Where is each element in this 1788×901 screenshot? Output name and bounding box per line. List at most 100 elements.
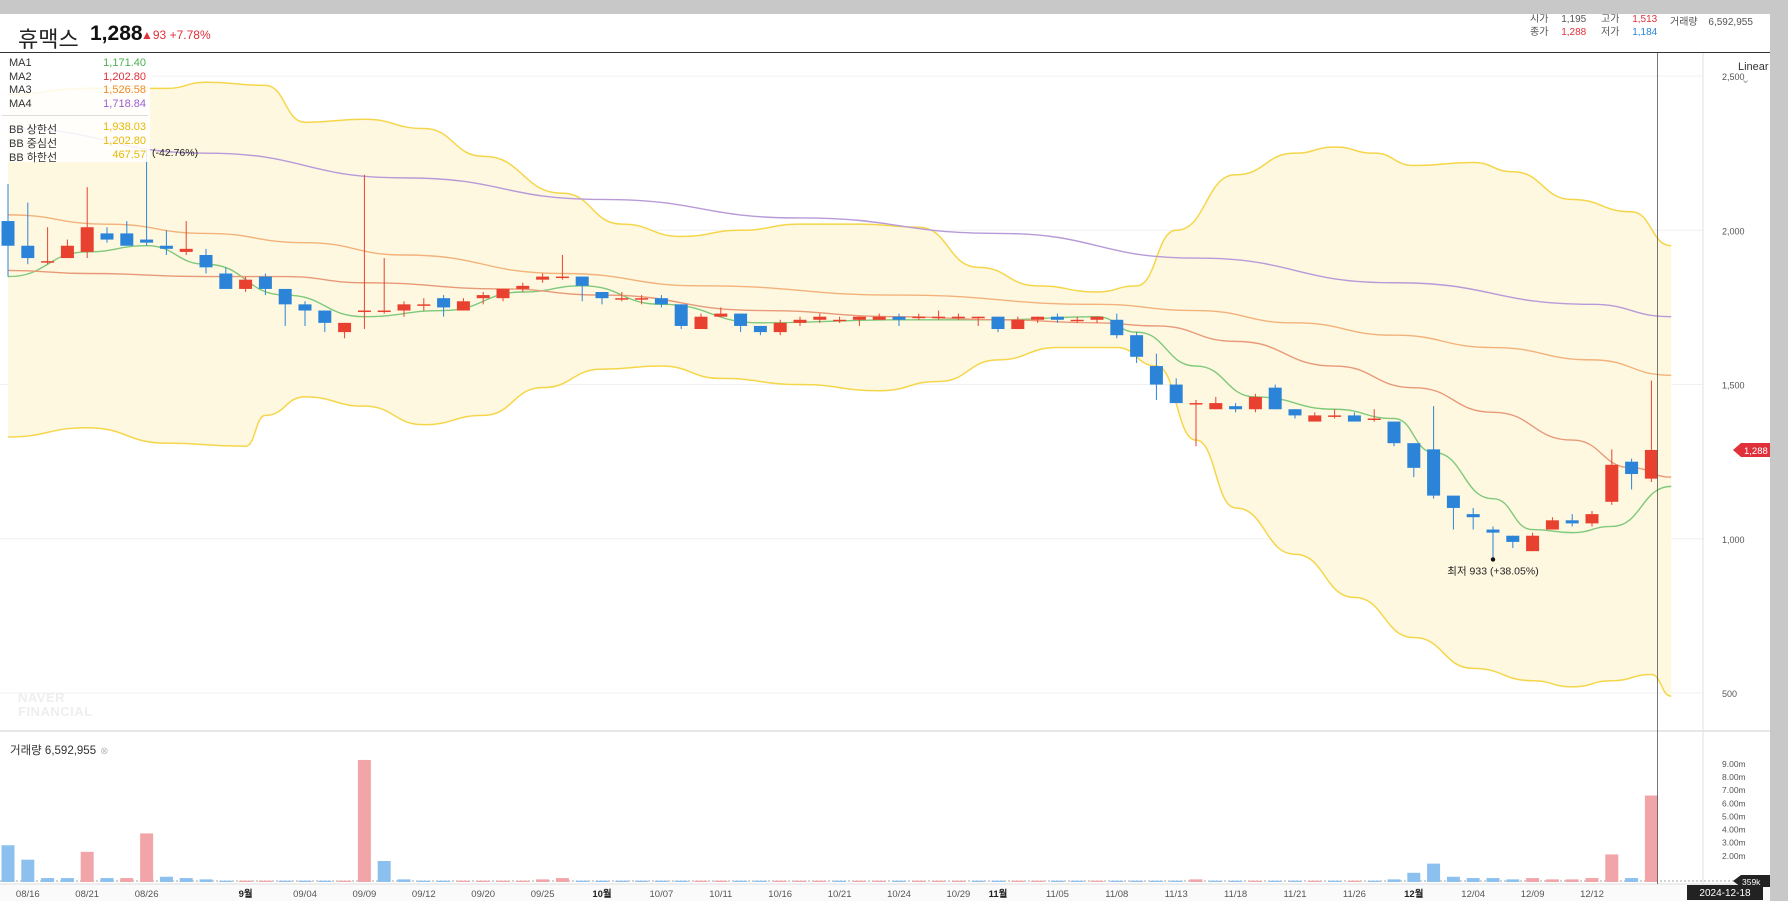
volume-bar[interactable] xyxy=(1,845,15,882)
volume-bar[interactable] xyxy=(1407,872,1421,882)
volume-bar[interactable] xyxy=(516,880,530,882)
volume-bar[interactable] xyxy=(357,759,371,882)
volume-bar[interactable] xyxy=(437,880,451,882)
volume-bar[interactable] xyxy=(595,880,609,882)
close-icon[interactable]: ⊗ xyxy=(100,746,108,757)
volume-bar[interactable] xyxy=(60,878,74,882)
low-value: 1,184 xyxy=(1632,27,1658,38)
volume-bar[interactable] xyxy=(318,880,332,882)
volume-bar[interactable] xyxy=(1347,880,1361,882)
volume-bar[interactable] xyxy=(1288,880,1302,882)
volume-bar[interactable] xyxy=(892,880,906,882)
volume-bar[interactable] xyxy=(813,880,827,882)
volume-bar[interactable] xyxy=(159,876,173,882)
volume-bar[interactable] xyxy=(1050,880,1064,882)
volume-bar[interactable] xyxy=(1486,878,1500,882)
volume-bar[interactable] xyxy=(1209,880,1223,882)
volume-bar[interactable] xyxy=(536,879,550,882)
volume-bar[interactable] xyxy=(1011,880,1025,882)
volume-bar[interactable] xyxy=(555,878,569,882)
volume-bar[interactable] xyxy=(278,880,292,882)
candle[interactable] xyxy=(1387,421,1401,447)
volume-bar[interactable] xyxy=(1268,880,1282,882)
volume-bar[interactable] xyxy=(1367,880,1381,882)
volume-bar[interactable] xyxy=(912,880,926,882)
volume-bar[interactable] xyxy=(734,880,748,882)
volume-bar[interactable] xyxy=(1526,878,1540,882)
volume-bar[interactable] xyxy=(1189,879,1203,882)
volume-bar[interactable] xyxy=(1446,876,1460,882)
candle-body xyxy=(1050,316,1064,320)
volume-bar[interactable] xyxy=(852,880,866,882)
volume-bar[interactable] xyxy=(298,880,312,882)
candle-body xyxy=(1526,535,1540,552)
volume-bar[interactable] xyxy=(239,880,253,882)
volume-bar[interactable] xyxy=(1229,880,1243,882)
volume-bar[interactable] xyxy=(140,833,154,882)
volume-bar[interactable] xyxy=(1130,880,1144,882)
volume-bar[interactable] xyxy=(773,880,787,882)
volume-bar[interactable] xyxy=(694,880,708,882)
volume-bar[interactable] xyxy=(932,880,946,882)
volume-bar[interactable] xyxy=(1248,880,1262,882)
chart-canvas[interactable]: 5001,0001,5002,0002,5002.00m3.00m4.00m5.… xyxy=(0,14,1770,901)
volume-bar[interactable] xyxy=(575,880,589,882)
volume-bar[interactable] xyxy=(1466,878,1480,882)
scale-mode-dropdown[interactable]: Linear ⌄ xyxy=(1738,61,1770,86)
volume-bar[interactable] xyxy=(714,880,728,882)
volume-bar[interactable] xyxy=(1506,879,1520,882)
volume-bar[interactable] xyxy=(397,879,411,882)
volume-bar[interactable] xyxy=(1031,880,1045,882)
volume-bar[interactable] xyxy=(199,879,213,882)
stock-name[interactable]: 휴맥스 xyxy=(18,22,79,54)
volume-bar[interactable] xyxy=(1110,880,1124,882)
volume-bar[interactable] xyxy=(1644,795,1658,882)
volume-title: 거래량 6,592,955 ⊗ xyxy=(10,742,109,758)
volume-bar[interactable] xyxy=(417,880,431,882)
volume-bar[interactable] xyxy=(654,880,668,882)
volume-bar[interactable] xyxy=(120,878,134,882)
ma-value: 1,171.40 xyxy=(103,57,146,69)
volume-bar[interactable] xyxy=(833,880,847,882)
volume-bar[interactable] xyxy=(1625,878,1639,882)
volume-bar[interactable] xyxy=(258,880,272,882)
volume-bar[interactable] xyxy=(991,880,1005,882)
volume-bar[interactable] xyxy=(793,880,807,882)
volume-bar[interactable] xyxy=(21,859,35,882)
volume-bar[interactable] xyxy=(674,880,688,882)
volume-bar[interactable] xyxy=(951,880,965,882)
volume-bar[interactable] xyxy=(753,880,767,882)
volume-bar[interactable] xyxy=(1149,880,1163,882)
candle-body xyxy=(1446,495,1460,508)
candle[interactable] xyxy=(674,304,688,330)
volume-bar[interactable] xyxy=(635,880,649,882)
volume-bar[interactable] xyxy=(872,880,886,882)
volume-bar[interactable] xyxy=(971,880,985,882)
volume-bar[interactable] xyxy=(1169,880,1183,882)
volume-bar[interactable] xyxy=(80,851,94,882)
candle-body xyxy=(1466,514,1480,518)
volume-bar[interactable] xyxy=(179,878,193,882)
volume-bar[interactable] xyxy=(1070,880,1084,882)
volume-bar[interactable] xyxy=(1545,879,1559,882)
candle-body xyxy=(753,325,767,333)
candle[interactable] xyxy=(1268,384,1282,410)
volume-bar[interactable] xyxy=(219,880,233,882)
volume-bar[interactable] xyxy=(1427,863,1441,882)
volume-bar[interactable] xyxy=(1387,879,1401,882)
volume-bar[interactable] xyxy=(377,861,391,882)
volume-bar[interactable] xyxy=(1308,880,1322,882)
volume-bar[interactable] xyxy=(338,880,352,882)
volume-bar[interactable] xyxy=(1605,854,1619,882)
volume-bar[interactable] xyxy=(1585,878,1599,882)
volume-bar[interactable] xyxy=(1565,879,1579,882)
volume-bar[interactable] xyxy=(41,878,55,882)
volume-bar[interactable] xyxy=(476,880,490,882)
volume-bar[interactable] xyxy=(1090,880,1104,882)
volume-bar[interactable] xyxy=(1328,880,1342,882)
candle-body xyxy=(536,276,550,280)
volume-bar[interactable] xyxy=(615,880,629,882)
volume-bar[interactable] xyxy=(100,878,114,882)
volume-bar[interactable] xyxy=(496,880,510,882)
volume-bar[interactable] xyxy=(456,880,470,882)
